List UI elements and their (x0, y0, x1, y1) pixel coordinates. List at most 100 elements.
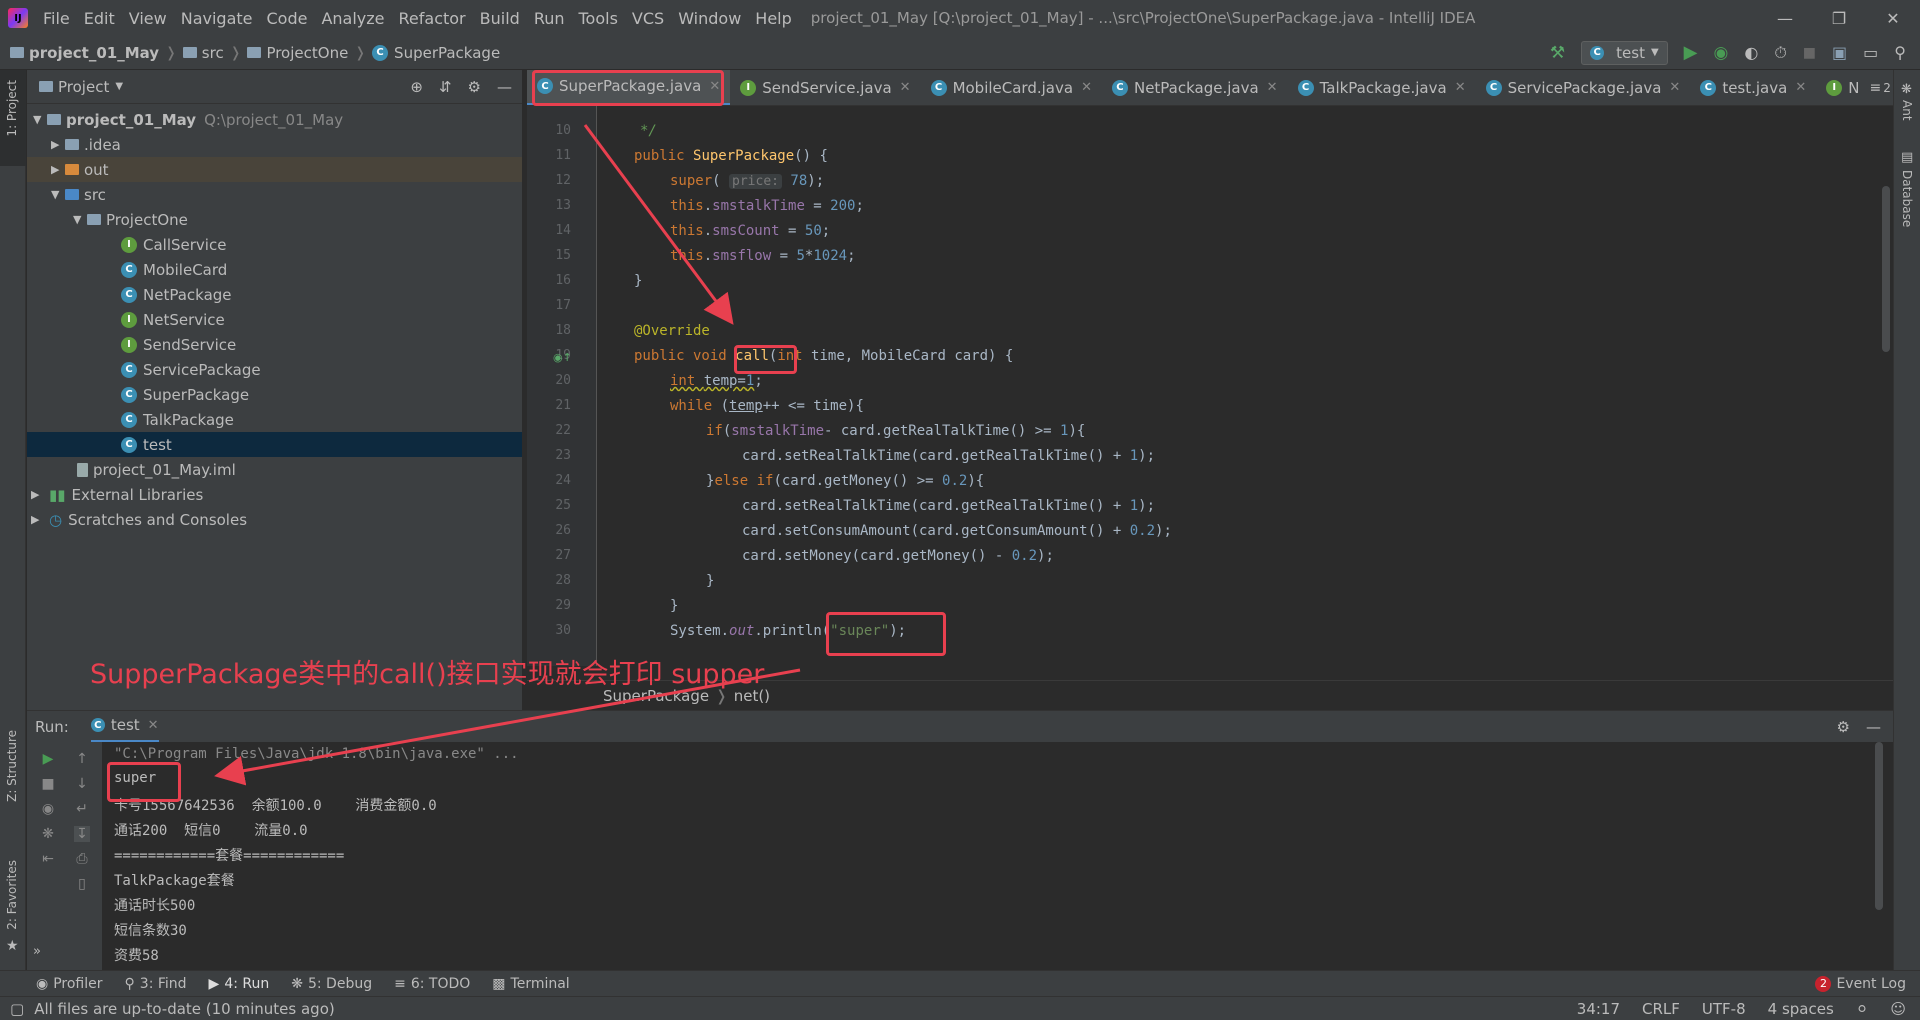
run-tool[interactable]: ▶ 4: Run (209, 976, 270, 992)
console-scrollbar[interactable] (1875, 742, 1883, 910)
tab-overflow-button[interactable]: ≡ 2 (1869, 80, 1893, 96)
tree-item-file[interactable]: C MobileCard (27, 257, 522, 282)
inspector-icon[interactable]: ☺ (1890, 1000, 1906, 1018)
soft-wrap-icon[interactable]: ↵ (74, 801, 90, 817)
menu-window[interactable]: Window (671, 9, 748, 28)
exit-icon[interactable]: ⇤ (40, 851, 56, 867)
override-marker-icon[interactable]: ◉↑ (553, 351, 572, 364)
crumb-class[interactable]: C SuperPackage (372, 44, 500, 62)
menu-help[interactable]: Help (748, 9, 798, 28)
print-icon[interactable]: ⎙ (74, 851, 90, 867)
profile-icon[interactable]: ⏱ (1774, 43, 1786, 63)
close-tab-icon[interactable]: ✕ (1081, 80, 1092, 95)
tree-item-file-selected[interactable]: Ctest (27, 432, 522, 457)
close-tab-icon[interactable]: ✕ (1455, 80, 1466, 95)
tree-item-iml[interactable]: project_01_May.iml (27, 457, 522, 482)
close-tab-icon[interactable]: ✕ (1795, 80, 1806, 95)
ant-tool-label[interactable]: Ant (1900, 100, 1914, 121)
terminal-tool[interactable]: ▩ Terminal (492, 976, 569, 992)
more-tools-icon[interactable]: » (33, 944, 41, 959)
run-config-select[interactable]: C test ▼ (1581, 40, 1668, 65)
gear-icon[interactable]: ⚙ (468, 78, 481, 96)
code-editor[interactable]: */ public SuperPackage() { super( price:… (598, 106, 1678, 666)
crumb-project[interactable]: project_01_May (10, 44, 159, 62)
run-console[interactable]: "C:\Program Files\Java\jdk-1.8\bin\java.… (102, 742, 1893, 970)
tree-item-libraries[interactable]: ▶ ▮▮ External Libraries (27, 482, 522, 507)
hide-icon[interactable]: — (497, 78, 512, 96)
tab-netpackage[interactable]: C NetPackage.java ✕ (1102, 70, 1288, 105)
tree-item-file[interactable]: C TalkPackage (27, 407, 522, 432)
menu-navigate[interactable]: Navigate (174, 9, 260, 28)
down-arrow-icon[interactable]: ↓ (74, 776, 90, 792)
project-tool-label[interactable]: 1: Project (5, 80, 19, 137)
menu-tools[interactable]: Tools (572, 9, 625, 28)
minimize-icon[interactable]: — (1758, 0, 1812, 36)
project-view-select[interactable]: Project (58, 78, 109, 96)
tree-item-file[interactable]: I NetService (27, 307, 522, 332)
close-tab-icon[interactable]: ✕ (1267, 80, 1278, 95)
coverage-icon[interactable]: ◐ (1744, 43, 1758, 62)
lock-icon[interactable]: ⚪ (1856, 1000, 1869, 1018)
menu-edit[interactable]: Edit (77, 9, 122, 28)
line-separator[interactable]: CRLF (1642, 1000, 1680, 1018)
tab-servicepackage[interactable]: C ServicePackage.java ✕ (1476, 70, 1691, 105)
layout-icon[interactable]: ▭ (1863, 43, 1878, 62)
menu-run[interactable]: Run (527, 9, 572, 28)
event-log-tool[interactable]: 2 Event Log (1815, 975, 1906, 992)
scroll-to-end-icon[interactable]: ↧ (74, 826, 90, 842)
crumb-src[interactable]: src (182, 44, 224, 62)
tab-test[interactable]: Ctest.java ✕ (1690, 70, 1816, 105)
debug-tool[interactable]: ❋ 5: Debug (291, 976, 372, 992)
tab-sendservice[interactable]: I SendService.java ✕ (730, 70, 920, 105)
database-tool-label[interactable]: Database (1900, 170, 1914, 227)
restore-icon[interactable]: ❐ (1812, 0, 1866, 36)
menu-code[interactable]: Code (260, 9, 315, 28)
tree-item-file[interactable]: C ServicePackage (27, 357, 522, 382)
structure-tool-label[interactable]: Z: Structure (5, 730, 19, 802)
trash-icon[interactable]: ▯ (74, 876, 90, 892)
find-tool[interactable]: ⚲ 3: Find (125, 976, 187, 992)
tree-item-scratches[interactable]: ▶ ◷ Scratches and Consoles (27, 507, 522, 532)
menu-build[interactable]: Build (473, 9, 527, 28)
close-tab-icon[interactable]: ✕ (148, 718, 159, 733)
stop-icon[interactable]: ■ (40, 776, 56, 792)
tree-item-file[interactable]: C SuperPackage (27, 382, 522, 407)
tree-item-package[interactable]: ▼ ProjectOne (27, 207, 522, 232)
tree-item-file[interactable]: C NetPackage (27, 282, 522, 307)
close-icon[interactable]: ✕ (1866, 0, 1920, 36)
caret-position[interactable]: 34:17 (1577, 1000, 1620, 1018)
run-tab-test[interactable]: C test ✕ (90, 711, 159, 743)
up-arrow-icon[interactable]: ↑ (74, 751, 90, 767)
camera-icon[interactable]: ◉ (40, 801, 56, 817)
menu-refactor[interactable]: Refactor (392, 9, 473, 28)
file-encoding[interactable]: UTF-8 (1702, 1000, 1746, 1018)
hide-icon[interactable]: — (1866, 718, 1881, 736)
tree-item-file[interactable]: I SendService (27, 332, 522, 357)
menu-file[interactable]: File (36, 9, 77, 28)
crumb-package[interactable]: ProjectOne (247, 44, 348, 62)
editor-scrollbar[interactable] (1882, 186, 1890, 352)
indent-setting[interactable]: 4 spaces (1768, 1000, 1834, 1018)
project-structure-icon[interactable]: ▣ (1832, 43, 1847, 62)
tab-talkpackage[interactable]: C TalkPackage.java ✕ (1288, 70, 1476, 105)
menu-view[interactable]: View (122, 9, 174, 28)
tree-item-file[interactable]: I CallService (27, 232, 522, 257)
favorites-tool-label[interactable]: 2: Favorites (5, 860, 19, 930)
close-tab-icon[interactable]: ✕ (1669, 80, 1680, 95)
tree-item-src[interactable]: ▼ src (27, 182, 522, 207)
run-icon[interactable]: ▶ (1684, 42, 1698, 63)
tree-item-idea[interactable]: ▶ .idea (27, 132, 522, 157)
menu-analyze[interactable]: Analyze (314, 9, 391, 28)
rerun-icon[interactable]: ▶ (40, 751, 56, 767)
status-toggle-icon[interactable]: ▢ (10, 1000, 24, 1018)
locate-icon[interactable]: ⊕ (410, 78, 423, 96)
chevron-down-icon[interactable]: ▼ (115, 81, 123, 92)
tree-item-out[interactable]: ▶ out (27, 157, 522, 182)
build-hammer-icon[interactable]: ⚒ (1550, 43, 1565, 63)
todo-tool[interactable]: ≡ 6: TODO (394, 976, 470, 992)
collapse-icon[interactable]: ⇵ (439, 78, 452, 96)
close-tab-icon[interactable]: ✕ (900, 80, 911, 95)
search-icon[interactable]: ⚲ (1894, 43, 1906, 62)
gear-icon[interactable]: ⚙ (1837, 718, 1850, 736)
stop-icon[interactable]: ■ (1803, 45, 1816, 61)
